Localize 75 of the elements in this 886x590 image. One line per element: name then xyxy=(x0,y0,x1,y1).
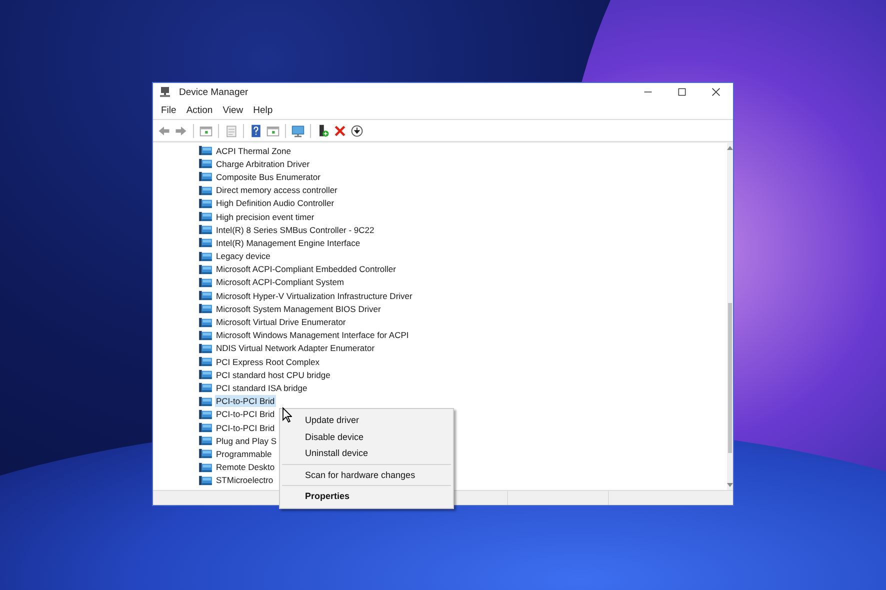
device-icon xyxy=(199,356,212,368)
menu-item[interactable]: File xyxy=(157,104,180,116)
device-icon xyxy=(199,224,212,236)
device-icon xyxy=(199,276,212,288)
device-icon xyxy=(199,408,212,420)
window-icon[interactable] xyxy=(199,124,213,138)
device-tree-item[interactable]: Microsoft ACPI-Compliant System xyxy=(215,276,346,288)
device-icon xyxy=(199,145,212,156)
context-menu-item[interactable]: Scan for hardware changes xyxy=(280,466,453,483)
context-menu-item[interactable]: Properties xyxy=(280,488,453,504)
device-icon xyxy=(199,198,212,209)
device-tree-item[interactable]: Microsoft Windows Management Interface for ACPI xyxy=(215,329,410,342)
window-icon[interactable] xyxy=(266,124,280,138)
computer-icon xyxy=(159,86,171,98)
device-icon xyxy=(199,382,212,394)
device-tree-item[interactable]: Composite Bus Enumerator xyxy=(215,170,322,183)
device-icon xyxy=(199,316,212,328)
device-tree-item[interactable]: High Definition Audio Controller xyxy=(215,197,336,210)
device-icon xyxy=(199,342,212,354)
device-icon xyxy=(199,474,212,486)
device-tree-item[interactable]: Direct memory access controller xyxy=(215,184,338,196)
device-icon xyxy=(199,422,212,434)
remove-x-icon[interactable] xyxy=(333,124,347,138)
device-icon xyxy=(199,250,212,262)
window-title: Device Manager xyxy=(179,86,248,98)
device-tree-item[interactable]: PCI-to-PCI Brid xyxy=(215,422,276,434)
monitor-icon[interactable] xyxy=(291,124,305,138)
device-icon xyxy=(199,211,212,222)
device-icon xyxy=(199,171,212,182)
device-tree-item[interactable]: Intel(R) Management Engine Interface xyxy=(215,236,362,249)
device-tree-item[interactable]: Microsoft System Management BIOS Driver xyxy=(215,302,382,315)
document-icon[interactable] xyxy=(224,124,238,138)
device-tree-item[interactable]: Plug and Play S xyxy=(215,434,278,447)
device-tree-item[interactable]: Charge Arbitration Driver xyxy=(215,158,311,170)
device-tree-item[interactable]: PCI standard host CPU bridge xyxy=(215,368,332,381)
scroll-up-arrow-icon[interactable] xyxy=(727,146,733,150)
context-menu-item[interactable]: Uninstall device xyxy=(280,445,453,462)
device-icon xyxy=(199,435,212,446)
device-tree-item[interactable]: Legacy device xyxy=(215,250,272,262)
device-tree-item[interactable]: Microsoft ACPI-Compliant Embedded Controller xyxy=(215,263,397,276)
device-icon xyxy=(199,184,212,196)
device-tree-item[interactable]: Microsoft Hyper-V Virtualization Infrastructure Driver xyxy=(215,290,414,302)
mouse-cursor-icon xyxy=(282,407,292,423)
device-icon xyxy=(199,462,212,473)
menu-item[interactable]: Help xyxy=(249,104,277,116)
device-tree-item[interactable]: Microsoft Virtual Drive Enumerator xyxy=(215,316,347,328)
context-menu-item[interactable]: Disable device xyxy=(280,428,453,445)
context-menu-item[interactable]: Update driver xyxy=(280,412,453,428)
device-tree-item[interactable]: Programmable xyxy=(215,448,273,460)
device-icon xyxy=(199,396,212,407)
device-tree-item[interactable]: STMicroelectro xyxy=(215,474,274,486)
device-icon xyxy=(199,264,212,275)
download-circle-icon[interactable] xyxy=(350,124,364,138)
device-tree-item[interactable]: PCI-to-PCI Brid xyxy=(215,408,276,420)
device-tree-item[interactable]: High precision event timer xyxy=(215,210,316,223)
device-tree-item[interactable]: Remote Deskto xyxy=(215,461,276,474)
device-icon xyxy=(199,290,212,302)
device-icon xyxy=(199,448,212,460)
device-icon xyxy=(199,237,212,248)
device-icon xyxy=(199,369,212,380)
menu-item[interactable]: Action xyxy=(182,104,217,116)
help-icon[interactable] xyxy=(249,124,263,138)
scroll-down-arrow-icon[interactable] xyxy=(727,483,733,487)
device-icon xyxy=(199,330,212,341)
scrollbar[interactable] xyxy=(727,143,733,490)
menu-item[interactable]: View xyxy=(218,104,248,116)
device-icon xyxy=(199,158,212,170)
device-icon xyxy=(199,303,212,314)
device-tree-item[interactable]: Intel(R) 8 Series SMBus Controller - 9C22 xyxy=(215,224,376,236)
device-tree-item[interactable]: PCI-to-PCI Brid xyxy=(215,395,276,408)
device-tree-item[interactable]: NDIS Virtual Network Adapter Enumerator xyxy=(215,342,376,354)
device-tree-item[interactable]: ACPI Thermal Zone xyxy=(215,144,292,157)
scrollbar-thumb[interactable] xyxy=(728,303,732,453)
device-tree-item[interactable]: PCI Express Root Complex xyxy=(215,356,320,368)
device-tree-item[interactable]: PCI standard ISA bridge xyxy=(215,382,308,394)
